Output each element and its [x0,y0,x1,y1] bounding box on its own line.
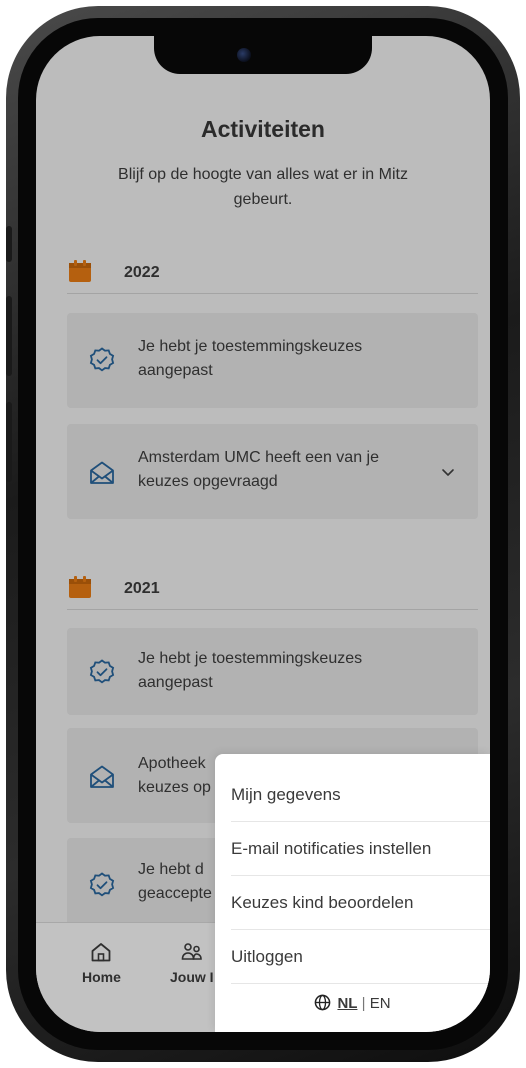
year-label: 2022 [124,264,160,281]
calendar-icon [69,576,91,598]
activity-text: Je hebt je toestemmingskeuzes aangepast [138,650,363,691]
badge-check-icon [89,659,115,684]
home-icon [92,943,111,962]
nav-label: Home [82,969,121,985]
volume-down-button [6,402,12,482]
app-screen: Activiteiten Blijf op de hoogte van alle… [36,36,490,1032]
menu-item-email-notificaties[interactable]: E-mail notificaties instellen [231,822,490,876]
mute-switch [6,226,12,262]
activity-card[interactable]: Je hebt je toestemmingskeuzes aangepast [67,628,478,715]
volume-up-button [6,296,12,376]
activity-text: Je hebt je toestemmingskeuzes aangepast [138,338,363,379]
year-header-2022: 2022 [67,254,478,294]
page-subtitle: Blijf op de hoogte van alles wat er in M… [118,166,408,208]
globe-icon [315,994,331,1011]
account-menu: Mijn gegevens E-mail notificaties instel… [215,754,490,1032]
notch [154,36,372,74]
nav-label: Jouw I [170,969,214,985]
year-label: 2021 [124,580,160,597]
calendar-icon [69,260,91,282]
nav-item-jouw[interactable]: Jouw I [170,941,214,985]
language-separator: | [361,995,366,1012]
badge-check-icon [89,347,115,372]
badge-check-icon [89,872,115,897]
year-header-2021: 2021 [67,570,478,610]
page-title: Activiteiten [201,116,325,142]
menu-item-uitloggen[interactable]: Uitloggen [231,930,490,984]
language-switcher: NL | EN [215,994,490,1012]
envelope-open-icon [90,461,114,484]
language-en-link[interactable]: EN [370,995,391,1012]
chevron-down-icon[interactable] [440,464,456,480]
activity-card[interactable]: Je hebt je toestemmingskeuzes aangepast [67,313,478,408]
activity-card-expandable[interactable]: Amsterdam UMC heeft een van je keuzes op… [67,424,478,519]
people-icon [181,943,202,960]
menu-item-keuzes-kind[interactable]: Keuzes kind beoordelen [231,876,490,930]
front-camera [237,48,251,62]
menu-item-mijn-gegevens[interactable]: Mijn gegevens [231,768,490,822]
language-nl-link[interactable]: NL [337,995,357,1012]
activity-text: Amsterdam UMC heeft een van je keuzes op… [138,449,379,490]
nav-item-home[interactable]: Home [82,941,121,985]
envelope-open-icon [90,765,114,788]
